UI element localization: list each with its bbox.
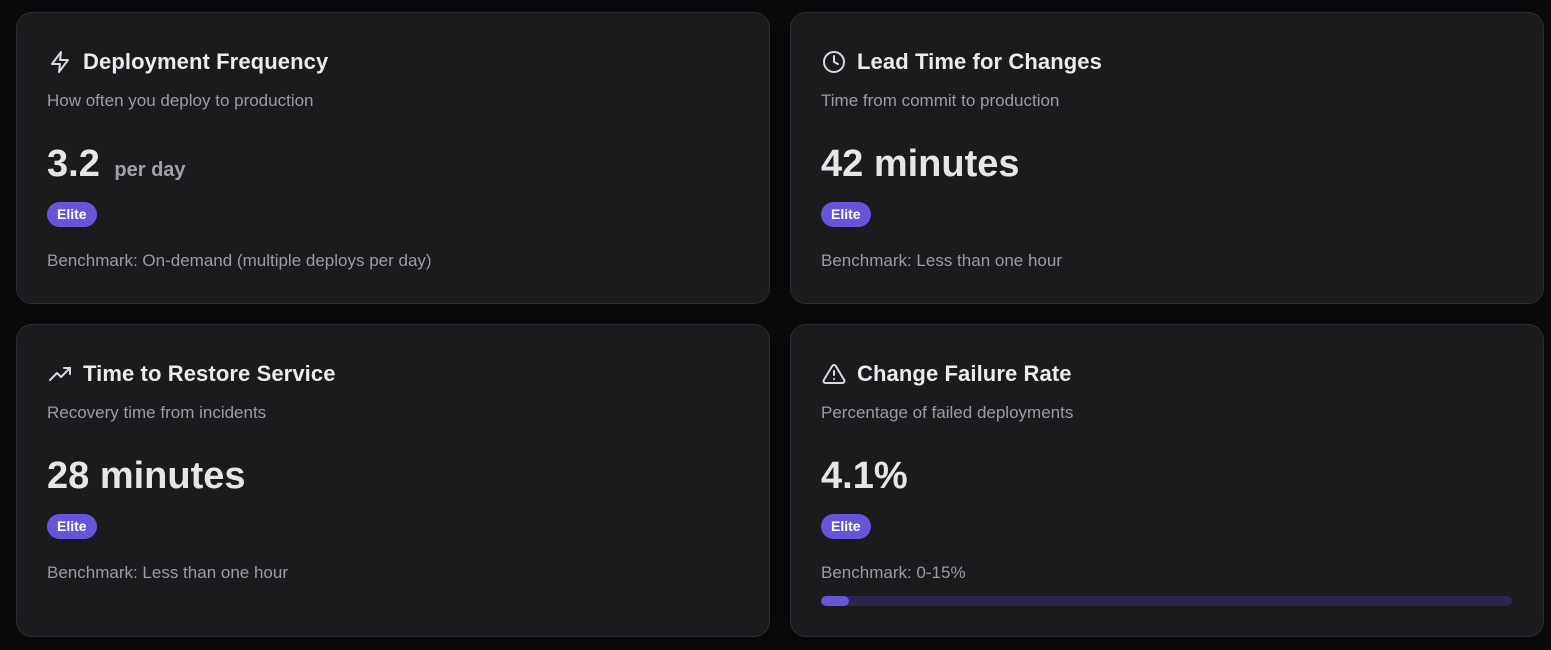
- status-badge: Elite: [47, 202, 97, 227]
- metric-value: 3.2 per day: [47, 143, 186, 186]
- card-subtitle: Time from commit to production: [821, 91, 1060, 110]
- metric-value: 42 minutes: [821, 143, 1020, 185]
- warning-triangle-icon: [821, 361, 847, 387]
- card-subtitle: Percentage of failed deployments: [821, 403, 1074, 422]
- card-subtitle: How often you deploy to production: [47, 91, 314, 110]
- status-badge: Elite: [821, 202, 871, 227]
- benchmark-text: Benchmark: 0-15%: [821, 563, 966, 582]
- status-badge: Elite: [47, 514, 97, 539]
- dora-metrics-grid: Deployment Frequency How often you deplo…: [0, 0, 1551, 650]
- card-title: Deployment Frequency: [83, 49, 329, 74]
- lightning-icon: [47, 49, 73, 75]
- card-subtitle: Recovery time from incidents: [47, 403, 267, 422]
- card-title: Lead Time for Changes: [857, 49, 1102, 74]
- benchmark-text: Benchmark: Less than one hour: [47, 563, 288, 582]
- trending-up-icon: [47, 361, 73, 387]
- card-header: Deployment Frequency: [47, 47, 328, 77]
- change-failure-rate-card: Change Failure Rate Percentage of failed…: [790, 324, 1544, 637]
- benchmark-text: Benchmark: On-demand (multiple deploys p…: [47, 251, 432, 270]
- card-title: Time to Restore Service: [83, 361, 336, 386]
- time-to-restore-card: Time to Restore Service Recovery time fr…: [16, 324, 770, 637]
- failure-rate-progress-bar: [821, 596, 1512, 606]
- metric-value: 28 minutes: [47, 455, 246, 497]
- metric-number: 3.2: [47, 143, 100, 185]
- progress-fill: [821, 596, 850, 606]
- clock-icon: [821, 49, 847, 75]
- benchmark-text: Benchmark: Less than one hour: [821, 251, 1062, 270]
- metric-value: 4.1%: [821, 455, 908, 497]
- card-header: Time to Restore Service: [47, 359, 336, 389]
- card-title: Change Failure Rate: [857, 361, 1072, 386]
- metric-unit: per day: [114, 159, 186, 181]
- status-badge: Elite: [821, 514, 871, 539]
- card-header: Lead Time for Changes: [821, 47, 1102, 77]
- deployment-frequency-card: Deployment Frequency How often you deplo…: [16, 12, 770, 304]
- card-header: Change Failure Rate: [821, 359, 1072, 389]
- lead-time-card: Lead Time for Changes Time from commit t…: [790, 12, 1544, 304]
